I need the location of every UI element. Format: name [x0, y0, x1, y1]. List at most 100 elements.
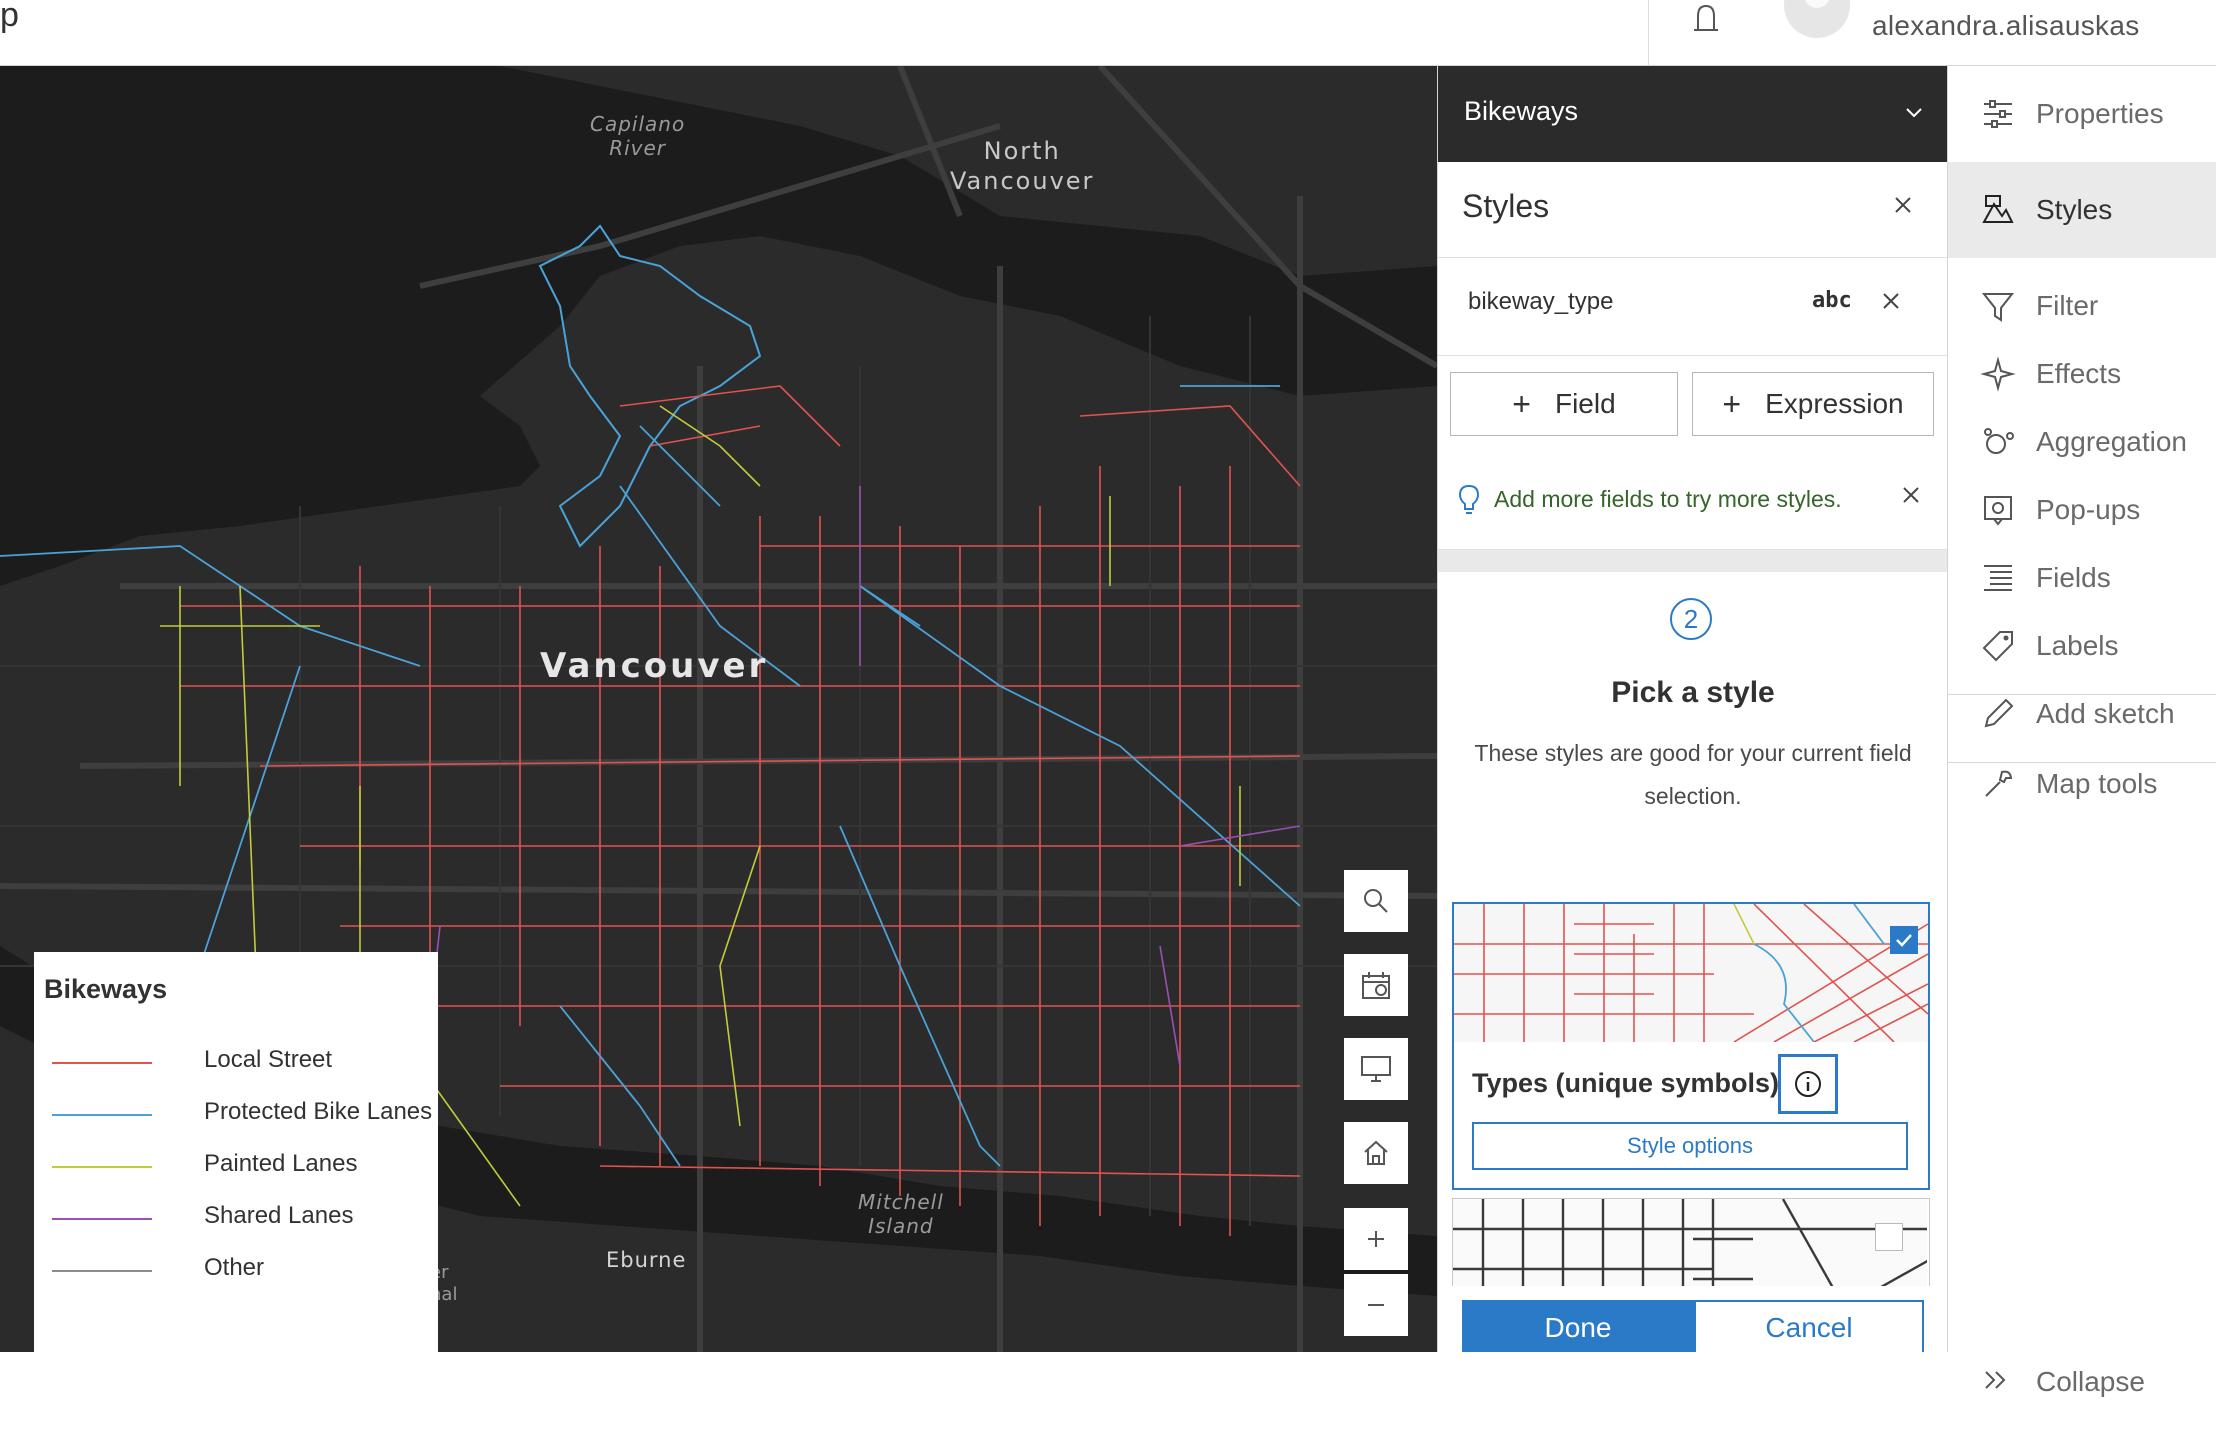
selected-field-row: bikeway_type abc	[1438, 258, 1947, 356]
zoom-out-button[interactable]	[1344, 1274, 1408, 1336]
pick-style-description: These styles are good for your current f…	[1474, 740, 1912, 809]
remove-field-icon[interactable]	[1880, 290, 1902, 312]
zoom-out-icon	[1368, 1304, 1384, 1306]
app-title-fragment: p	[0, 0, 19, 34]
action-label: Effects	[2036, 358, 2122, 389]
string-type-icon: abc	[1812, 288, 1852, 313]
popups-icon	[1984, 496, 2012, 526]
zoom-in-button[interactable]	[1344, 1208, 1408, 1270]
add-buttons-row: + Field + Expression	[1438, 356, 1947, 454]
map-label-mitchell-island: Mitchell Island	[858, 1190, 944, 1238]
plus-icon: +	[1722, 385, 1742, 422]
add-field-label: Field	[1554, 388, 1616, 419]
username[interactable]: alexandra.alisauskas	[1872, 10, 2140, 42]
action-label: Map tools	[2036, 768, 2158, 799]
chevron-down-icon	[1906, 108, 1922, 118]
action-label: Properties	[2036, 98, 2164, 129]
panel-footer: Done Cancel	[1438, 1286, 1947, 1352]
filter-icon	[1981, 293, 2015, 322]
notice-text: Add more fields to try more styles.	[1494, 486, 1842, 512]
plus-icon: +	[1512, 385, 1531, 422]
action-label: Styles	[2036, 194, 2113, 225]
legend-swatch-shared	[52, 1218, 152, 1220]
fields-icon	[1984, 565, 2012, 591]
effects-icon	[1980, 356, 2016, 392]
info-icon	[1795, 1071, 1821, 1097]
settings-action-bar: Properties Styles Filter Effects Aggrega…	[1947, 66, 2216, 1397]
labels-icon	[1982, 631, 2013, 662]
legend-label: Protected Bike Lanes	[204, 1098, 433, 1125]
action-label: Labels	[2036, 630, 2119, 661]
style-options-button[interactable]: Style options	[1472, 1122, 1908, 1170]
action-properties[interactable]: Properties	[1948, 66, 2216, 162]
legend-swatch-protected	[52, 1114, 152, 1116]
unselected-checkbox[interactable]	[1875, 1223, 1903, 1251]
add-field-button[interactable]: + Field	[1450, 372, 1678, 436]
info-button[interactable]	[1778, 1054, 1838, 1114]
header-divider	[1648, 0, 1649, 66]
action-label: Collapse	[2036, 1366, 2145, 1397]
layer-name: Bikeways	[1464, 96, 1579, 126]
style-card-unique-types[interactable]: Types (unique symbols) Style options	[1452, 902, 1930, 1190]
home-button[interactable]	[1344, 1122, 1408, 1184]
cancel-button[interactable]: Cancel	[1694, 1300, 1924, 1352]
action-label: Pop-ups	[2036, 494, 2141, 525]
close-icon[interactable]	[1892, 194, 1914, 216]
map-search-button[interactable]	[1344, 870, 1408, 932]
action-collapse[interactable]: Collapse	[1948, 1334, 2216, 1430]
collapse-icon	[1985, 1371, 2006, 1389]
action-label: Aggregation	[2036, 426, 2188, 457]
legend-swatch-painted	[52, 1166, 152, 1168]
user-avatar[interactable]	[1784, 0, 1850, 38]
section-gap	[1438, 550, 1947, 572]
map-label-vancouver: Vancouver	[540, 646, 769, 686]
field-name: bikeway_type	[1468, 288, 1614, 315]
map-label-capilano-river: Capilano River	[590, 112, 686, 160]
legend-title: Bikeways	[44, 974, 168, 1004]
legend-swatch-local-street	[52, 1062, 152, 1064]
tip-notice: Add more fields to try more styles.	[1438, 454, 1947, 550]
legend-label: Local Street	[204, 1046, 333, 1073]
action-label: Add sketch	[2036, 698, 2175, 729]
fullscreen-icon	[1361, 1056, 1391, 1082]
legend-label: Shared Lanes	[204, 1202, 354, 1229]
action-map-tools[interactable]: Map tools	[1948, 736, 2216, 832]
sketch-icon	[1984, 698, 2014, 728]
pick-style-section: 2 Pick a style These styles are good for…	[1438, 572, 1947, 1352]
top-header: p alexandra.alisauskas	[0, 0, 2216, 66]
legend-item: Shared Lanes	[52, 1194, 432, 1246]
step-number-badge: 2	[1670, 598, 1712, 640]
zoom-in-icon	[1368, 1231, 1384, 1247]
style-card-title: Types (unique symbols)	[1472, 1068, 1780, 1098]
properties-icon	[1984, 100, 2012, 128]
action-styles[interactable]: Styles	[1948, 162, 2216, 258]
map-legend: Bikeways Local Street Protected Bike Lan…	[34, 952, 438, 1352]
notifications-bell-icon[interactable]	[1686, 0, 1726, 36]
legend-item: Other	[52, 1246, 432, 1298]
action-label: Fields	[2036, 562, 2111, 593]
legend-item: Painted Lanes	[52, 1142, 432, 1194]
legend-item: Protected Bike Lanes	[52, 1090, 432, 1142]
action-label: Filter	[2036, 290, 2099, 321]
legend-label: Painted Lanes	[204, 1150, 358, 1177]
search-icon	[1364, 889, 1388, 913]
add-expression-label: Expression	[1765, 388, 1904, 419]
map-view[interactable]: Capilano River North Vancouver Vancouver…	[0, 66, 1437, 1352]
layer-selector[interactable]: Bikeways	[1438, 66, 1947, 162]
panel-title: Styles	[1462, 188, 1550, 224]
done-button[interactable]: Done	[1462, 1300, 1694, 1352]
aggregation-icon	[1984, 428, 2014, 454]
basemap-gallery-button[interactable]	[1344, 954, 1408, 1016]
legend-item: Local Street	[52, 1038, 432, 1090]
basemap-icon	[1362, 972, 1390, 999]
dismiss-notice-icon[interactable]	[1900, 484, 1922, 506]
styles-header: Styles	[1438, 162, 1947, 258]
style-preview-thumbnail	[1454, 904, 1928, 1042]
legend-label: Other	[204, 1254, 265, 1281]
add-expression-button[interactable]: + Expression	[1692, 372, 1934, 436]
fullscreen-button[interactable]	[1344, 1038, 1408, 1100]
selected-checkbox[interactable]	[1890, 926, 1918, 954]
lightbulb-icon	[1458, 484, 1480, 514]
check-icon	[1896, 934, 1912, 947]
map-tools-icon	[1985, 770, 2013, 797]
